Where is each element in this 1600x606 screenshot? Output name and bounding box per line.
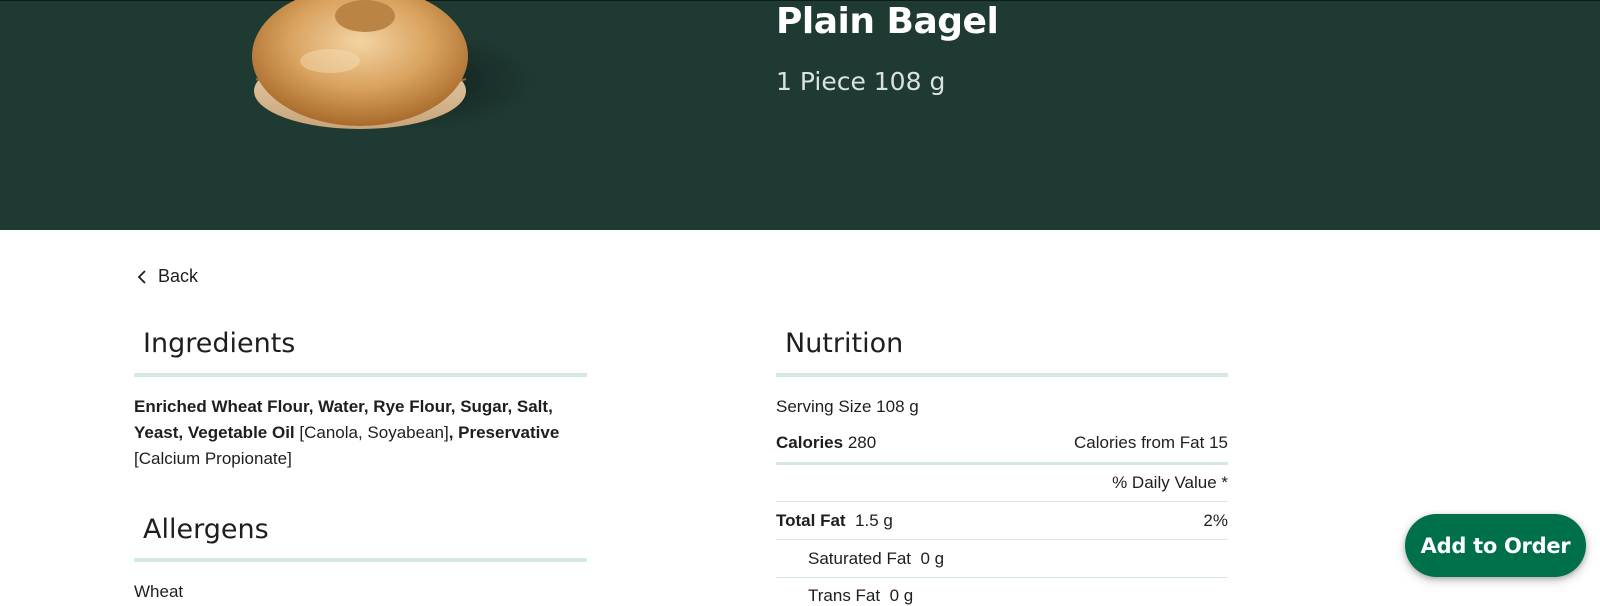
- ingredients-heading: Ingredients: [143, 328, 296, 359]
- calories-from-fat: Calories from Fat 15: [1074, 433, 1228, 452]
- product-hero: Plain Bagel 1 Piece 108 g: [0, 0, 1600, 230]
- row-divider: [776, 539, 1228, 540]
- ingredients-oil-detail: [Canola, Soyabean]: [294, 423, 449, 442]
- bagel-image: [240, 0, 540, 141]
- daily-value-header-row: % Daily Value *: [776, 473, 1228, 493]
- nutrient-label: Saturated Fat: [808, 549, 912, 568]
- ingredients-divider: [134, 373, 587, 377]
- add-to-order-button[interactable]: Add to Order: [1405, 514, 1586, 577]
- ingredients-preservative-detail: [Calcium Propionate]: [134, 449, 292, 468]
- row-divider: [776, 577, 1228, 578]
- calories-value: 280: [847, 433, 877, 452]
- allergens-list: Wheat: [134, 582, 184, 601]
- nutrient-label: Total Fat: [776, 511, 846, 530]
- product-serving: 1 Piece 108 g: [776, 67, 946, 96]
- chevron-left-icon: [136, 269, 148, 285]
- row-divider: [776, 501, 1228, 502]
- back-link[interactable]: Back: [136, 266, 198, 287]
- nutrient-value: 1.5 g: [855, 511, 893, 530]
- calories-divider: [776, 462, 1228, 465]
- back-label: Back: [158, 266, 199, 286]
- product-title: Plain Bagel: [776, 1, 999, 42]
- serving-size-row: Serving Size 108 g: [776, 397, 1228, 417]
- allergens-divider: [134, 558, 587, 562]
- nutrient-row-trans-fat: Trans Fat 0 g: [776, 586, 1228, 606]
- nutrient-value: 0 g: [889, 586, 914, 605]
- calories-row: Calories 280 Calories from Fat 15: [776, 433, 1228, 453]
- nutrition-divider: [776, 373, 1228, 377]
- serving-size: Serving Size 108 g: [776, 397, 919, 416]
- ingredients-preservative: , Preservative: [448, 423, 560, 442]
- nutrient-daily-value: 2%: [1203, 511, 1228, 530]
- nutrition-heading: Nutrition: [785, 328, 904, 359]
- ingredients-list: Enriched Wheat Flour, Water, Rye Flour, …: [134, 394, 594, 472]
- daily-value-header: % Daily Value *: [1112, 473, 1228, 492]
- allergens-heading: Allergens: [143, 514, 269, 545]
- nutrient-row-saturated-fat: Saturated Fat 0 g: [776, 549, 1228, 569]
- nutrient-label: Trans Fat: [808, 586, 881, 605]
- calories-label: Calories: [776, 433, 844, 452]
- nutrient-value: 0 g: [920, 549, 945, 568]
- nutrient-row-total-fat: Total Fat 1.5 g 2%: [776, 511, 1228, 531]
